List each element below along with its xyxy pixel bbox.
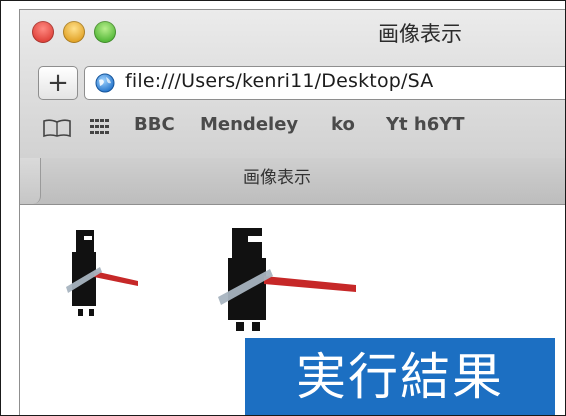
- screenshot-frame: 画像表示 + file:///Users/kenri11/Desktop/SA: [0, 0, 566, 416]
- bookmarks-bar: BBC Mendeley ko Yt h6YT: [20, 106, 565, 146]
- result-caption: 実行結果: [245, 338, 555, 415]
- bookmark-mendeley[interactable]: Mendeley: [200, 114, 298, 135]
- tab-bar: 画像表示: [20, 158, 565, 205]
- bookmark-bbc[interactable]: BBC: [134, 114, 175, 135]
- top-sites-grid-icon[interactable]: [90, 119, 110, 135]
- tab-active[interactable]: 画像表示: [40, 158, 565, 204]
- window-title: 画像表示: [378, 22, 462, 46]
- close-window-button[interactable]: [32, 21, 54, 43]
- maximize-window-button[interactable]: [94, 21, 116, 43]
- minimize-window-button[interactable]: [63, 21, 85, 43]
- address-bar[interactable]: file:///Users/kenri11/Desktop/SA: [84, 66, 565, 100]
- new-tab-button[interactable]: +: [38, 66, 78, 100]
- reading-list-icon[interactable]: [42, 118, 72, 138]
- tab-edge: [20, 158, 41, 204]
- url-text[interactable]: file:///Users/kenri11/Desktop/SA: [125, 70, 433, 92]
- robot-image: [66, 230, 138, 316]
- globe-icon: [95, 73, 115, 93]
- tab-label: 画像表示: [243, 168, 311, 188]
- window-toolbar: 画像表示 + file:///Users/kenri11/Desktop/SA: [20, 10, 565, 159]
- bookmark-yt-h6yt[interactable]: Yt h6YT: [386, 114, 465, 135]
- robot-image: [218, 228, 356, 331]
- bookmark-ko[interactable]: ko: [331, 114, 355, 135]
